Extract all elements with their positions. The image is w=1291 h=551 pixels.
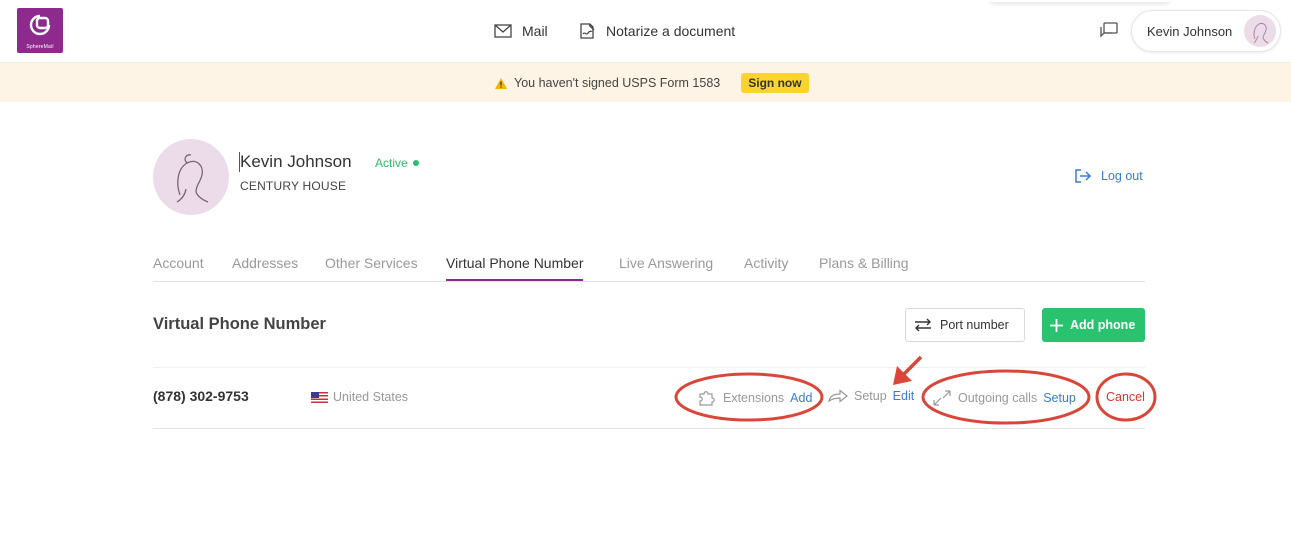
setup-action: Setup Edit xyxy=(828,389,914,403)
tab-live-answering[interactable]: Live Answering xyxy=(619,255,713,271)
forward-arrow-icon xyxy=(828,389,848,403)
tab-addresses[interactable]: Addresses xyxy=(232,255,298,271)
setup-edit-link[interactable]: Edit xyxy=(893,389,915,403)
row-divider xyxy=(153,367,1145,368)
user-menu-name: Kevin Johnson xyxy=(1147,24,1233,39)
tab-other-services[interactable]: Other Services xyxy=(325,255,418,271)
outgoing-call-icon xyxy=(933,390,951,406)
outgoing-calls-action: Outgoing calls Setup xyxy=(932,389,1076,407)
status-dot xyxy=(412,160,419,166)
usps-form-banner: You haven't signed USPS Form 1583 Sign n… xyxy=(0,63,1291,102)
add-phone-label: Add phone xyxy=(1070,318,1136,332)
phone-number: (878) 302-9753 xyxy=(153,388,249,404)
edit-pointer-arrow xyxy=(893,355,923,385)
section-title: Virtual Phone Number xyxy=(153,315,326,333)
chat-icon[interactable] xyxy=(1099,21,1119,46)
sign-now-button[interactable]: Sign now xyxy=(741,73,809,93)
nav-notarize[interactable]: Notarize a document xyxy=(578,20,735,42)
logout-label: Log out xyxy=(1101,169,1143,183)
user-avatar xyxy=(1244,15,1276,47)
row-divider-bottom xyxy=(153,428,1145,429)
tab-activity[interactable]: Activity xyxy=(744,255,788,271)
status-text: Active xyxy=(375,156,408,170)
profile-avatar xyxy=(153,139,229,215)
notarize-icon xyxy=(580,23,595,39)
nav-mail[interactable]: Mail xyxy=(494,20,548,42)
tab-account[interactable]: Account xyxy=(153,255,204,271)
warning-icon xyxy=(495,77,507,89)
dropdown-edge xyxy=(990,0,1170,2)
banner-message: You haven't signed USPS Form 1583 xyxy=(514,76,721,90)
outgoing-calls-label: Outgoing calls xyxy=(958,391,1038,405)
puzzle-icon xyxy=(699,391,715,406)
extensions-label: Extensions xyxy=(723,391,785,405)
logout-icon xyxy=(1075,169,1092,183)
profile-name: Kevin Johnson xyxy=(240,152,352,171)
nav-notarize-label: Notarize a document xyxy=(606,23,736,39)
logo-text: SphereMail xyxy=(26,44,54,50)
port-number-label: Port number xyxy=(940,318,1009,332)
account-tabs: Account Addresses Other Services Virtual… xyxy=(153,252,1145,282)
extensions-action: Extensions Add xyxy=(697,389,812,407)
logo-mark-icon xyxy=(29,14,51,36)
plus-icon xyxy=(1050,318,1063,332)
top-header: SphereMail Mail Notarize a document Kevi… xyxy=(0,0,1291,63)
logout-link[interactable]: Log out xyxy=(1074,168,1143,184)
outgoing-calls-setup-link[interactable]: Setup xyxy=(1043,391,1076,405)
user-menu-button[interactable]: Kevin Johnson xyxy=(1131,10,1281,52)
add-phone-button[interactable]: Add phone xyxy=(1042,308,1145,342)
swap-arrows-icon xyxy=(915,318,931,332)
status-badge: Active xyxy=(375,156,419,170)
us-flag-icon xyxy=(311,391,328,403)
phone-country: United States xyxy=(311,390,408,404)
company-name: CENTURY HOUSE xyxy=(240,179,347,193)
tab-plans-billing[interactable]: Plans & Billing xyxy=(819,255,909,271)
country-label: United States xyxy=(333,390,409,404)
extensions-add-link[interactable]: Add xyxy=(790,391,812,405)
envelope-icon xyxy=(494,24,512,38)
tab-virtual-phone-number[interactable]: Virtual Phone Number xyxy=(446,255,584,281)
spheremail-logo[interactable]: SphereMail xyxy=(17,8,63,53)
setup-label: Setup xyxy=(854,389,887,403)
nav-mail-label: Mail xyxy=(522,23,548,39)
port-number-button[interactable]: Port number xyxy=(905,308,1025,342)
cancel-link[interactable]: Cancel xyxy=(1106,390,1145,404)
